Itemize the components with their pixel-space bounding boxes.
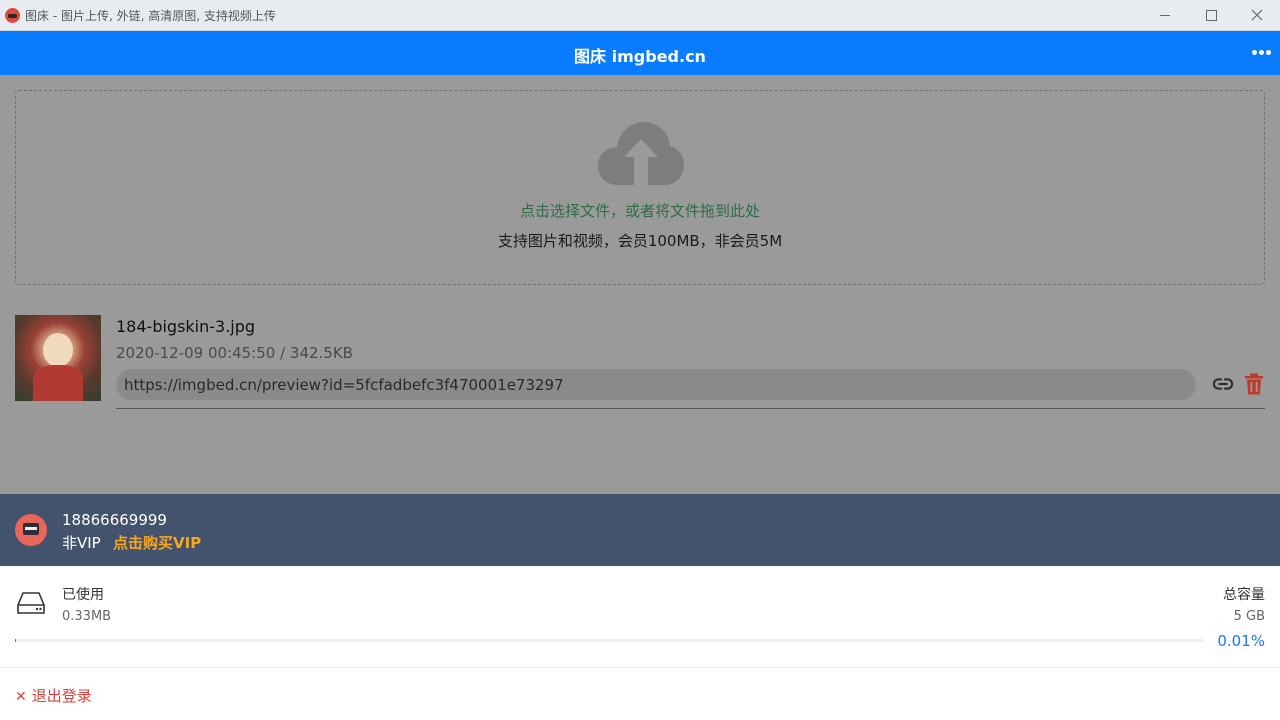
- close-icon: ✕: [15, 689, 27, 705]
- total-value: 5 GB: [1233, 609, 1265, 624]
- logout-label: 退出登录: [31, 687, 92, 705]
- minimize-icon: [1160, 14, 1170, 16]
- close-window-button[interactable]: [1234, 0, 1280, 30]
- maximize-button[interactable]: [1188, 0, 1234, 30]
- close-icon: [1251, 9, 1263, 21]
- buy-vip-link[interactable]: 点击购买VIP: [113, 532, 201, 553]
- trash-icon[interactable]: [1244, 373, 1264, 395]
- window-titlebar: 图床 - 图片上传, 外链, 高清原图, 支持视频上传: [0, 0, 1280, 31]
- cloud-upload-icon: [598, 122, 684, 185]
- divider: [116, 408, 1265, 409]
- hard-drive-icon: [17, 592, 45, 614]
- storage-percent: 0.01%: [1217, 632, 1265, 650]
- avatar[interactable]: [15, 514, 47, 546]
- file-link-input[interactable]: [116, 369, 1196, 400]
- total-label: 总容量: [1223, 587, 1265, 603]
- window-title: 图床 - 图片上传, 外链, 高清原图, 支持视频上传: [25, 9, 276, 23]
- used-value: 0.33MB: [62, 609, 112, 624]
- storage-progress-fill: [15, 639, 16, 642]
- link-icon[interactable]: [1212, 373, 1234, 395]
- file-thumbnail[interactable]: [15, 315, 101, 401]
- user-phone: 18866669999: [62, 511, 167, 529]
- page-title: 图床 imgbed.cn: [574, 47, 706, 66]
- storage-progress-bar: [15, 639, 1204, 642]
- file-meta: 2020-12-09 00:45:50 / 342.5KB: [116, 344, 353, 362]
- footer: ✕ 退出登录: [0, 667, 1280, 720]
- logout-button[interactable]: ✕ 退出登录: [15, 685, 92, 706]
- storage-panel: 已使用 0.33MB 总容量 5 GB 0.01%: [0, 566, 1280, 667]
- upload-limits: 支持图片和视频，会员100MB，非会员5M: [497, 232, 783, 250]
- more-horizontal-icon[interactable]: [1252, 50, 1272, 56]
- main-content: 点击选择文件，或者将文件拖到此处 支持图片和视频，会员100MB，非会员5M 1…: [0, 75, 1280, 494]
- used-label: 已使用: [62, 587, 104, 603]
- upload-dropzone[interactable]: 点击选择文件，或者将文件拖到此处 支持图片和视频，会员100MB，非会员5M: [15, 90, 1265, 285]
- app-header: 图床 imgbed.cn: [0, 31, 1280, 75]
- vip-status: 非VIP: [62, 534, 101, 552]
- upload-hint: 点击选择文件，或者将文件拖到此处: [519, 202, 760, 220]
- user-bar: 18866669999 非VIP 点击购买VIP: [0, 494, 1280, 566]
- minimize-button[interactable]: [1142, 0, 1188, 30]
- maximize-icon: [1205, 9, 1217, 21]
- file-name: 184-bigskin-3.jpg: [116, 317, 256, 336]
- app-logo-icon: [5, 8, 20, 23]
- list-item: 184-bigskin-3.jpg 2020-12-09 00:45:50 / …: [15, 315, 1265, 411]
